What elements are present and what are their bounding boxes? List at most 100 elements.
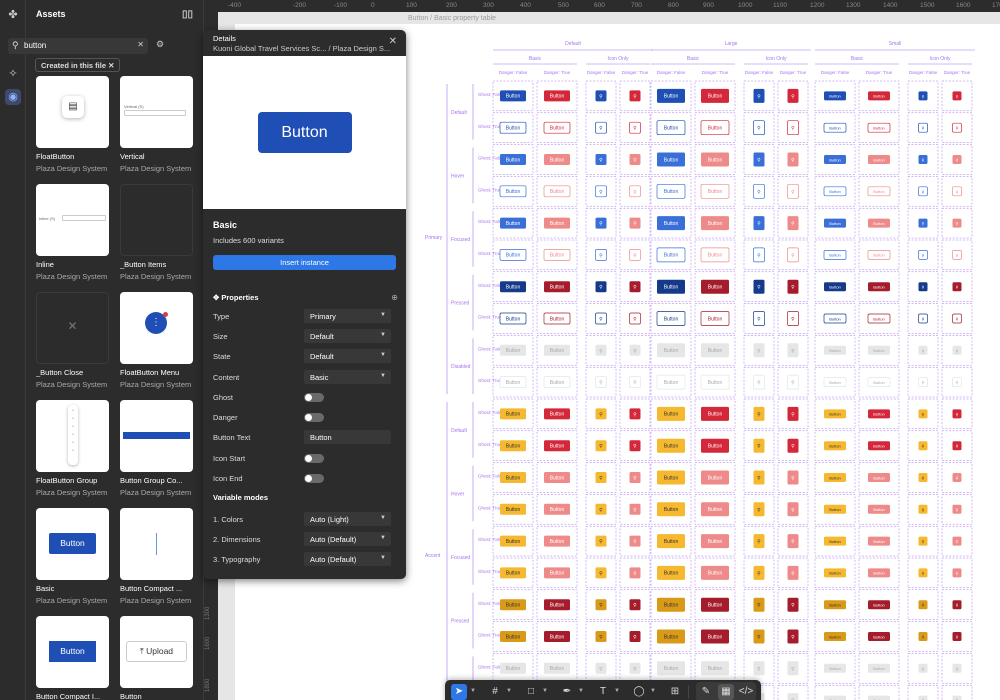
filter-chip[interactable]: Created in this file ✕ bbox=[35, 58, 121, 72]
size-dropdown[interactable]: Default ▼ bbox=[304, 329, 391, 343]
type-dropdown[interactable]: Primary ▼ bbox=[304, 309, 391, 323]
ghost-toggle[interactable] bbox=[304, 393, 324, 402]
prop-size: Size Default ▼ bbox=[213, 329, 396, 343]
insert-instance-button[interactable]: Insert instance bbox=[213, 255, 396, 270]
asset-thumb: Vertical (S) bbox=[120, 76, 193, 148]
asset-card-floatbutton-menu[interactable]: ⋮ FloatButton Menu Plaza Design System bbox=[120, 292, 193, 389]
variant-button-label: Button bbox=[829, 221, 841, 226]
variant-button-label: Button bbox=[873, 189, 885, 194]
asset-card-button[interactable]: ⤒ Upload Button bbox=[120, 616, 193, 700]
variant-button-label: Button bbox=[873, 603, 885, 608]
variant-button-label: Button bbox=[664, 603, 679, 609]
variant-button-label: Button bbox=[664, 444, 679, 450]
dev-mode-icon[interactable]: </> bbox=[738, 684, 754, 700]
chevron-down-icon[interactable]: ▼ bbox=[542, 688, 548, 694]
search-icon: ⚲ bbox=[757, 126, 761, 132]
dimensions-mode-dropdown[interactable]: Auto (Default) ▼ bbox=[304, 532, 391, 546]
search-icon: ⚲ bbox=[599, 189, 603, 195]
search-icon: ⚲ bbox=[599, 571, 603, 577]
search-icon: ⚲ bbox=[922, 444, 925, 449]
search-icon: ⚲ bbox=[791, 539, 795, 545]
clear-icon[interactable]: ✕ bbox=[137, 40, 144, 49]
chevron-down-icon[interactable]: ▼ bbox=[650, 688, 656, 694]
search-icon: ⚲ bbox=[791, 507, 795, 513]
chevron-down-icon[interactable]: ▼ bbox=[506, 688, 512, 694]
search-input[interactable]: ⚲ button ✕ bbox=[8, 38, 148, 54]
search-icon: ⚲ bbox=[599, 348, 603, 354]
ruler-tick: 1300 bbox=[846, 2, 861, 9]
search-icon: ⚲ bbox=[757, 412, 761, 418]
dropdown-value: Auto (Default) bbox=[310, 555, 357, 564]
icon-start-toggle[interactable] bbox=[304, 454, 324, 463]
asset-thumb: Button bbox=[36, 508, 109, 580]
chevron-down-icon: ▼ bbox=[380, 535, 386, 541]
shape-tool-icon[interactable]: □ bbox=[523, 684, 539, 700]
design-mode-icon[interactable]: ▦ bbox=[718, 684, 734, 700]
filter-icon[interactable]: ⚙ bbox=[156, 39, 164, 50]
variant-button-label: Button bbox=[664, 571, 679, 577]
button-text-input[interactable]: Button bbox=[304, 430, 391, 444]
asset-name: _Button Close bbox=[36, 368, 84, 377]
close-icon[interactable]: ✕ bbox=[389, 36, 397, 47]
typography-mode-dropdown[interactable]: Auto (Default) ▼ bbox=[304, 552, 391, 566]
float-group-stack: ▫ ▫ ▫ ▫ ▫ ▫ bbox=[68, 405, 78, 465]
chevron-down-icon[interactable]: ▼ bbox=[614, 688, 620, 694]
assets-icon[interactable]: ◉ bbox=[5, 89, 21, 105]
pen-tool-icon[interactable]: ✒ bbox=[559, 684, 575, 700]
asset-card-button-group[interactable]: Button Group Co... Plaza Design System bbox=[120, 400, 193, 497]
asset-card-button-compact[interactable]: Button Compact ... Plaza Design System bbox=[120, 508, 193, 605]
move-tool-icon[interactable]: ➤ bbox=[451, 684, 467, 700]
asset-card-floatbutton[interactable]: ▤ FloatButton Plaza Design System bbox=[36, 76, 109, 173]
search-icon: ⚲ bbox=[757, 221, 761, 227]
search-icon: ⚲ bbox=[599, 507, 603, 513]
search-icon: ⚲ bbox=[757, 666, 761, 672]
variant-button-label: Button bbox=[506, 348, 521, 354]
prop-label: State bbox=[213, 352, 231, 361]
asset-thumb: Button bbox=[36, 616, 109, 688]
content-dropdown[interactable]: Basic ▼ bbox=[304, 370, 391, 384]
danger-label: Danger: True bbox=[944, 70, 971, 75]
search-icon: ⚲ bbox=[633, 317, 637, 323]
dropdown-value: Basic bbox=[310, 373, 329, 382]
search-icon: ⚲ bbox=[633, 666, 637, 672]
dropdown-value: Primary bbox=[310, 312, 336, 321]
asset-card-button-close[interactable]: ✕ _Button Close Plaza Design System bbox=[36, 292, 109, 389]
asset-card-vertical[interactable]: Vertical (S) Vertical Plaza Design Syste… bbox=[120, 76, 193, 173]
variant-button-label: Button bbox=[550, 539, 565, 545]
frame-tool-icon[interactable]: # bbox=[487, 684, 503, 700]
colors-mode-dropdown[interactable]: Auto (Light) ▼ bbox=[304, 512, 391, 526]
search-icon: ⚲ bbox=[922, 285, 925, 290]
component-preview: Button bbox=[203, 56, 406, 209]
danger-toggle[interactable] bbox=[304, 413, 324, 422]
text-tool-icon[interactable]: T bbox=[595, 684, 611, 700]
search-icon: ⚲ bbox=[922, 666, 925, 671]
search-icon: ⚲ bbox=[599, 603, 603, 609]
chevron-down-icon[interactable]: ▼ bbox=[578, 688, 584, 694]
search-icon: ⚲ bbox=[922, 507, 925, 512]
figma-logo-icon[interactable]: ✤ bbox=[5, 7, 21, 23]
library-icon[interactable]: ▯▯ bbox=[182, 9, 193, 20]
search-icon: ⚲ bbox=[633, 94, 637, 100]
variant-button-label: Button bbox=[550, 189, 565, 195]
asset-card-inline[interactable]: Inline (S) Inline Plaza Design System bbox=[36, 184, 109, 281]
variant-button-label: Button bbox=[829, 507, 841, 512]
search-icon: ⚲ bbox=[757, 253, 761, 259]
close-icon[interactable]: ✕ bbox=[108, 61, 114, 70]
target-icon[interactable]: ⊕ bbox=[391, 293, 398, 302]
asset-card-button-compact-i[interactable]: Button Button Compact I... bbox=[36, 616, 109, 700]
search-icon: ⚲ bbox=[956, 348, 959, 353]
variant-button-label: Button bbox=[873, 253, 885, 258]
comment-tool-icon[interactable]: ◯ bbox=[631, 684, 647, 700]
icon-end-toggle[interactable] bbox=[304, 474, 324, 483]
state-dropdown[interactable]: Default ▼ bbox=[304, 349, 391, 363]
draw-mode-icon[interactable]: ✎ bbox=[698, 684, 714, 700]
chevron-down-icon: ▼ bbox=[380, 373, 386, 379]
actions-tool-icon[interactable]: ⊞ bbox=[667, 684, 683, 700]
search-icon: ⚲ bbox=[791, 221, 795, 227]
search-icon: ⚲ bbox=[633, 285, 637, 291]
components-icon[interactable]: ✧ bbox=[5, 66, 21, 82]
asset-card-button-items[interactable]: _Button Items Plaza Design System bbox=[120, 184, 193, 281]
chevron-down-icon[interactable]: ▼ bbox=[470, 688, 476, 694]
asset-card-floatbutton-group[interactable]: ▫ ▫ ▫ ▫ ▫ ▫ FloatButton Group Plaza Design Sy… bbox=[36, 400, 109, 497]
asset-card-basic[interactable]: Button Basic Plaza Design System bbox=[36, 508, 109, 605]
